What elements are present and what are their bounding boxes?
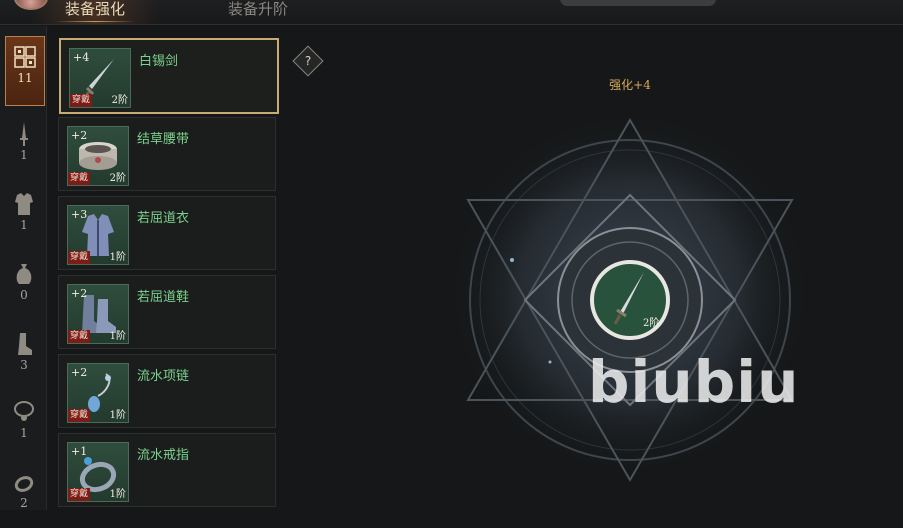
enhance-level-label: 强化+4 xyxy=(609,78,651,92)
tier-label: 1阶 xyxy=(109,410,126,421)
enhance-circle-art xyxy=(445,115,815,485)
pouch-icon xyxy=(16,264,32,284)
worn-badge: 穿戴 xyxy=(68,251,91,264)
tab-equip-upgrade[interactable]: 装备升阶 xyxy=(198,0,318,24)
equipment-item[interactable]: +3 穿戴 1阶 若屈道衣 xyxy=(58,196,276,270)
category-weapon[interactable]: 1 xyxy=(5,114,43,180)
equipment-item[interactable]: +1 穿戴 1阶 流水戒指 xyxy=(58,433,276,507)
equipment-item[interactable]: +2 穿戴 2阶 结草腰带 xyxy=(58,117,276,191)
enhance-level: +1 xyxy=(71,445,88,458)
center-tier-label: 2阶 xyxy=(643,318,660,329)
enhance-level: +2 xyxy=(71,287,88,300)
item-name: 若屈道鞋 xyxy=(137,290,190,305)
top-pill-button[interactable] xyxy=(560,0,716,6)
tier-label: 1阶 xyxy=(109,489,126,500)
category-count: 2 xyxy=(20,496,28,510)
tier-label: 1阶 xyxy=(109,252,126,263)
category-pouch[interactable]: 0 xyxy=(5,254,43,320)
equipment-item[interactable]: +2 穿戴 1阶 流水项链 xyxy=(58,354,276,428)
help-icon: ? xyxy=(304,54,312,68)
top-bar: 装备强化 装备升阶 xyxy=(0,0,903,25)
equipment-item[interactable]: +4 穿戴 2阶 白锡剑 xyxy=(59,38,279,114)
enhance-level: +2 xyxy=(71,366,88,379)
enhance-level: +3 xyxy=(71,208,88,221)
tier-label: 2阶 xyxy=(109,173,126,184)
category-sidebar: 11 1 1 0 3 1 2 xyxy=(0,26,47,510)
armor-icon xyxy=(15,193,33,215)
item-slot: +2 穿戴 2阶 xyxy=(67,126,129,186)
boot-icon xyxy=(18,333,32,355)
tab-equip-enhance[interactable]: 装备强化 xyxy=(30,0,160,24)
category-boots[interactable]: 3 xyxy=(5,324,43,390)
ring-icon xyxy=(14,476,34,492)
category-armor[interactable]: 1 xyxy=(5,184,43,250)
worn-badge: 穿戴 xyxy=(68,330,91,343)
category-count: 0 xyxy=(20,288,28,302)
item-name: 流水戒指 xyxy=(137,448,190,463)
category-ring[interactable]: 2 xyxy=(5,462,43,528)
category-count: 1 xyxy=(20,426,28,440)
category-count: 1 xyxy=(20,148,28,162)
watermark: biubiu xyxy=(588,348,800,416)
sword-icon xyxy=(20,122,28,146)
item-name: 结草腰带 xyxy=(137,132,190,147)
grid-icon xyxy=(14,46,36,68)
category-all[interactable]: 11 xyxy=(5,36,45,106)
equipment-item[interactable]: +2 穿戴 1阶 若屈道鞋 xyxy=(58,275,276,349)
worn-badge: 穿戴 xyxy=(68,488,91,501)
category-count: 1 xyxy=(20,218,28,232)
category-count: 3 xyxy=(20,358,28,372)
tier-label: 2阶 xyxy=(111,95,128,106)
item-name: 流水项链 xyxy=(137,369,190,384)
item-slot: +1 穿戴 1阶 xyxy=(67,442,129,502)
enhance-level: +4 xyxy=(73,51,90,64)
worn-badge: 穿戴 xyxy=(68,172,91,185)
help-button[interactable]: ? xyxy=(292,45,324,77)
item-slot: +2 穿戴 1阶 xyxy=(67,363,129,423)
worn-badge: 穿戴 xyxy=(68,409,91,422)
item-slot: +2 穿戴 1阶 xyxy=(67,284,129,344)
category-count: 11 xyxy=(17,71,33,85)
item-name: 若屈道衣 xyxy=(137,211,190,226)
worn-badge: 穿戴 xyxy=(70,94,93,107)
item-slot: +3 穿戴 1阶 xyxy=(67,205,129,265)
item-slot: +4 穿戴 2阶 xyxy=(69,48,131,108)
category-necklace[interactable]: 1 xyxy=(5,392,43,458)
tier-label: 1阶 xyxy=(109,331,126,342)
necklace-icon xyxy=(14,401,34,421)
item-name: 白锡剑 xyxy=(139,54,179,69)
enhance-level: +2 xyxy=(71,129,88,142)
